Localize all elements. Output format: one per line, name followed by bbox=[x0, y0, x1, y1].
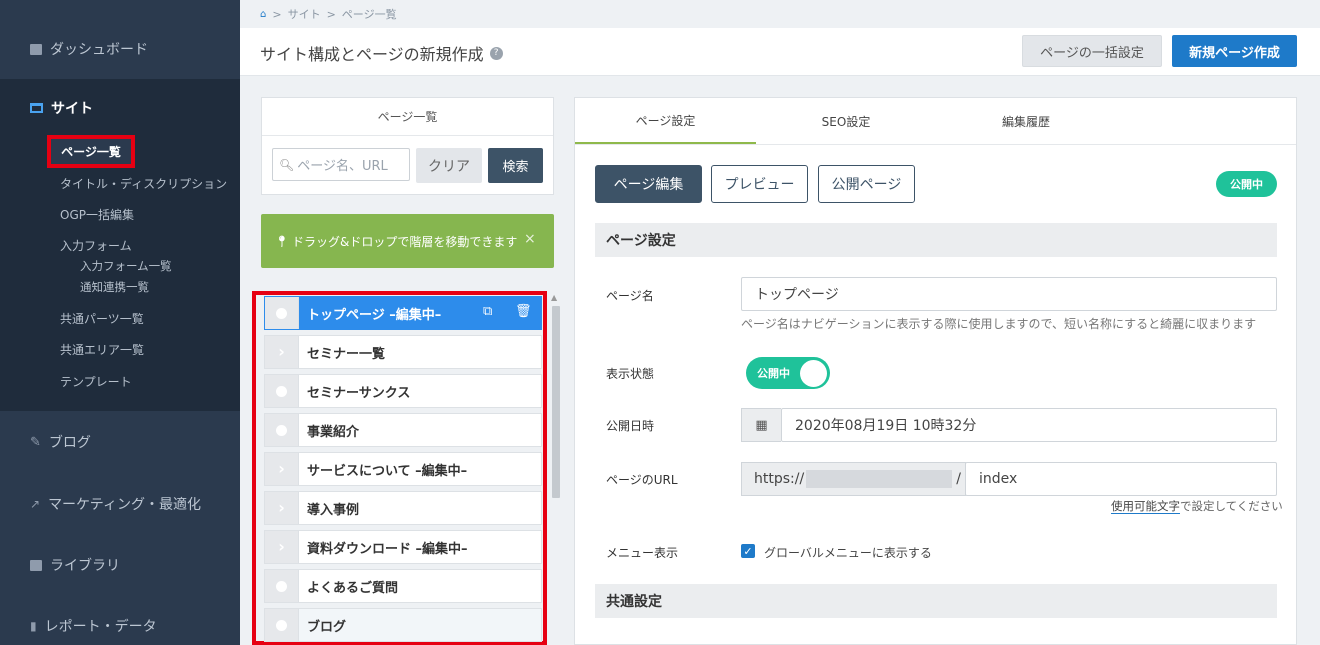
home-icon[interactable]: ⌂ bbox=[260, 9, 266, 20]
map-marker-icon: 📍︎ bbox=[275, 234, 289, 248]
dashboard-icon bbox=[30, 43, 42, 55]
sidebar-item-ogp-bulk[interactable]: OGP一括編集 bbox=[60, 206, 134, 223]
tab-divider bbox=[575, 144, 1296, 145]
sidebar-item-notification-list[interactable]: 通知連携一覧 bbox=[80, 279, 149, 295]
tab-edit-history[interactable]: 編集履歴 bbox=[936, 98, 1116, 145]
url-input[interactable]: index bbox=[965, 462, 1277, 496]
toggle-knob[interactable] bbox=[800, 360, 827, 387]
page-list-title: ページ一覧 bbox=[262, 98, 553, 136]
tree-row[interactable]: トップページ –編集中– ⧉ 🗑︎ bbox=[264, 296, 542, 330]
sidebar-item-common-parts[interactable]: 共通パーツ一覧 bbox=[60, 310, 144, 327]
search-icon: 🔍︎ bbox=[279, 157, 295, 172]
page-settings-panel: ページ設定 SEO設定 編集履歴 ページ編集 プレビュー 公開ページ 公開中 ペ… bbox=[574, 97, 1297, 645]
url-label: ページのURL bbox=[606, 473, 678, 487]
dot-handle[interactable] bbox=[265, 570, 299, 602]
section-page-settings: ページ設定 bbox=[595, 223, 1277, 257]
scroll-up-icon[interactable]: ▲ bbox=[551, 293, 557, 302]
tree-row[interactable]: セミナーサンクス bbox=[264, 374, 542, 408]
image-icon bbox=[30, 559, 42, 571]
chevron-right-icon: › bbox=[278, 537, 285, 556]
chevron-right-icon: › bbox=[278, 498, 285, 517]
page-title: サイト構成とページの新規作成 ? bbox=[260, 41, 503, 65]
sidebar-item-title-description[interactable]: タイトル・ディスクリプション bbox=[60, 175, 227, 192]
new-page-button[interactable]: 新規ページ作成 bbox=[1172, 35, 1297, 67]
copy-icon[interactable]: ⧉ bbox=[483, 304, 492, 319]
allowed-characters-link[interactable]: 使用可能文字 bbox=[1111, 499, 1180, 514]
tree-row[interactable]: よくあるご質問 bbox=[264, 569, 542, 603]
drag-drop-alert: 📍︎ ドラッグ&ドロップで階層を移動できます × bbox=[261, 214, 554, 268]
url-help: 使用可能文字で設定してください bbox=[1111, 499, 1283, 514]
breadcrumb-site[interactable]: サイト bbox=[288, 6, 321, 22]
global-menu-checkbox-label[interactable]: グローバルメニューに表示する bbox=[764, 544, 932, 561]
sidebar-item-input-form[interactable]: 入力フォーム bbox=[60, 237, 132, 254]
publish-date-input[interactable]: 2020年08月19日 10時32分 bbox=[781, 408, 1277, 442]
sidebar-item-templates[interactable]: テンプレート bbox=[60, 373, 132, 390]
search-button[interactable]: 検索 bbox=[488, 148, 543, 183]
publish-date-label: 公開日時 bbox=[606, 419, 655, 433]
trash-icon[interactable]: 🗑︎ bbox=[515, 304, 532, 319]
url-prefix: https:// / bbox=[741, 462, 966, 496]
tab-seo-settings[interactable]: SEO設定 bbox=[756, 98, 936, 145]
circle-icon bbox=[276, 424, 287, 436]
sidebar-item-common-areas[interactable]: 共通エリア一覧 bbox=[60, 341, 144, 358]
page-name-label: ページ名 bbox=[606, 289, 654, 303]
tree-row[interactable]: › 資料ダウンロード –編集中– bbox=[264, 530, 542, 564]
sidebar-item-report[interactable]: ▮ レポート・データ bbox=[30, 616, 157, 636]
site-icon bbox=[30, 103, 43, 113]
visibility-label: 表示状態 bbox=[606, 367, 655, 381]
dot-handle[interactable] bbox=[265, 414, 299, 446]
circle-icon bbox=[276, 307, 287, 319]
expand-handle[interactable]: › bbox=[265, 492, 299, 524]
expand-handle[interactable]: › bbox=[265, 336, 299, 368]
tree-row[interactable]: ブログ bbox=[264, 608, 542, 642]
tree-row[interactable]: › 導入事例 bbox=[264, 491, 542, 525]
tree-row[interactable]: › セミナー一覧 bbox=[264, 335, 542, 369]
circle-icon bbox=[276, 580, 287, 592]
dot-handle[interactable] bbox=[265, 297, 299, 329]
chevron-right-icon: › bbox=[278, 342, 285, 361]
section-common-settings: 共通設定 bbox=[595, 584, 1277, 618]
search-input[interactable]: 🔍︎ ページ名、URL bbox=[272, 148, 410, 181]
sidebar-item-dashboard[interactable]: ダッシュボード bbox=[30, 39, 148, 59]
dot-handle[interactable] bbox=[265, 609, 299, 641]
sidebar-item-library[interactable]: ライブラリ bbox=[30, 555, 120, 575]
expand-handle[interactable]: › bbox=[265, 453, 299, 485]
sidebar-item-blog[interactable]: ✎ ブログ bbox=[30, 432, 91, 452]
page-header: サイト構成とページの新規作成 ? ページの一括設定 新規ページ作成 bbox=[240, 28, 1320, 76]
scroll-thumb[interactable] bbox=[552, 306, 560, 498]
page-edit-button[interactable]: ページ編集 bbox=[595, 165, 702, 203]
help-icon[interactable]: ? bbox=[489, 46, 503, 60]
close-icon[interactable]: × bbox=[524, 231, 536, 247]
sidebar-item-marketing[interactable]: ↗ マーケティング・最適化 bbox=[30, 494, 201, 514]
circle-icon bbox=[276, 385, 287, 397]
sidebar-item-page-list[interactable]: ページ一覧 bbox=[47, 135, 135, 168]
breadcrumb-page-list: ページ一覧 bbox=[341, 8, 397, 21]
pencil-icon: ✎ bbox=[30, 434, 41, 450]
preview-button[interactable]: プレビュー bbox=[711, 165, 808, 203]
bar-chart-icon: ▮ bbox=[30, 619, 37, 633]
tree-row[interactable]: › サービスについて –編集中– bbox=[264, 452, 542, 486]
page-name-input[interactable]: トップページ bbox=[741, 277, 1277, 311]
sidebar-item-site[interactable]: サイト bbox=[30, 98, 93, 118]
circle-icon bbox=[276, 619, 287, 631]
public-page-button[interactable]: 公開ページ bbox=[818, 165, 915, 203]
menu-display-label: メニュー表示 bbox=[606, 546, 679, 560]
calendar-icon[interactable]: ▦ bbox=[741, 408, 781, 442]
status-badge: 公開中 bbox=[1216, 171, 1277, 197]
chevron-right-icon: › bbox=[278, 459, 285, 478]
tree-row[interactable]: 事業紹介 bbox=[264, 413, 542, 447]
page-tree: トップページ –編集中– ⧉ 🗑︎ › セミナー一覧 セミナーサンクス 事業紹介… bbox=[252, 291, 547, 645]
tab-page-settings[interactable]: ページ設定 bbox=[575, 98, 756, 145]
expand-handle[interactable]: › bbox=[265, 531, 299, 563]
clear-button[interactable]: クリア bbox=[416, 148, 482, 183]
domain-mask bbox=[806, 470, 953, 488]
page-list-panel: ページ一覧 🔍︎ ページ名、URL クリア 検索 bbox=[261, 97, 554, 195]
breadcrumb: ⌂ > サイト > ページ一覧 bbox=[260, 6, 397, 22]
dot-handle[interactable] bbox=[265, 375, 299, 407]
bulk-settings-button[interactable]: ページの一括設定 bbox=[1022, 35, 1162, 67]
page-name-help: ページ名はナビゲーションに表示する際に使用しますので、短い名称にすると綺麗に収ま… bbox=[741, 317, 1257, 331]
trend-icon: ↗ bbox=[30, 497, 41, 511]
sidebar-item-form-list[interactable]: 入力フォーム一覧 bbox=[80, 258, 172, 274]
global-menu-checkbox[interactable]: ✓ bbox=[741, 544, 755, 558]
